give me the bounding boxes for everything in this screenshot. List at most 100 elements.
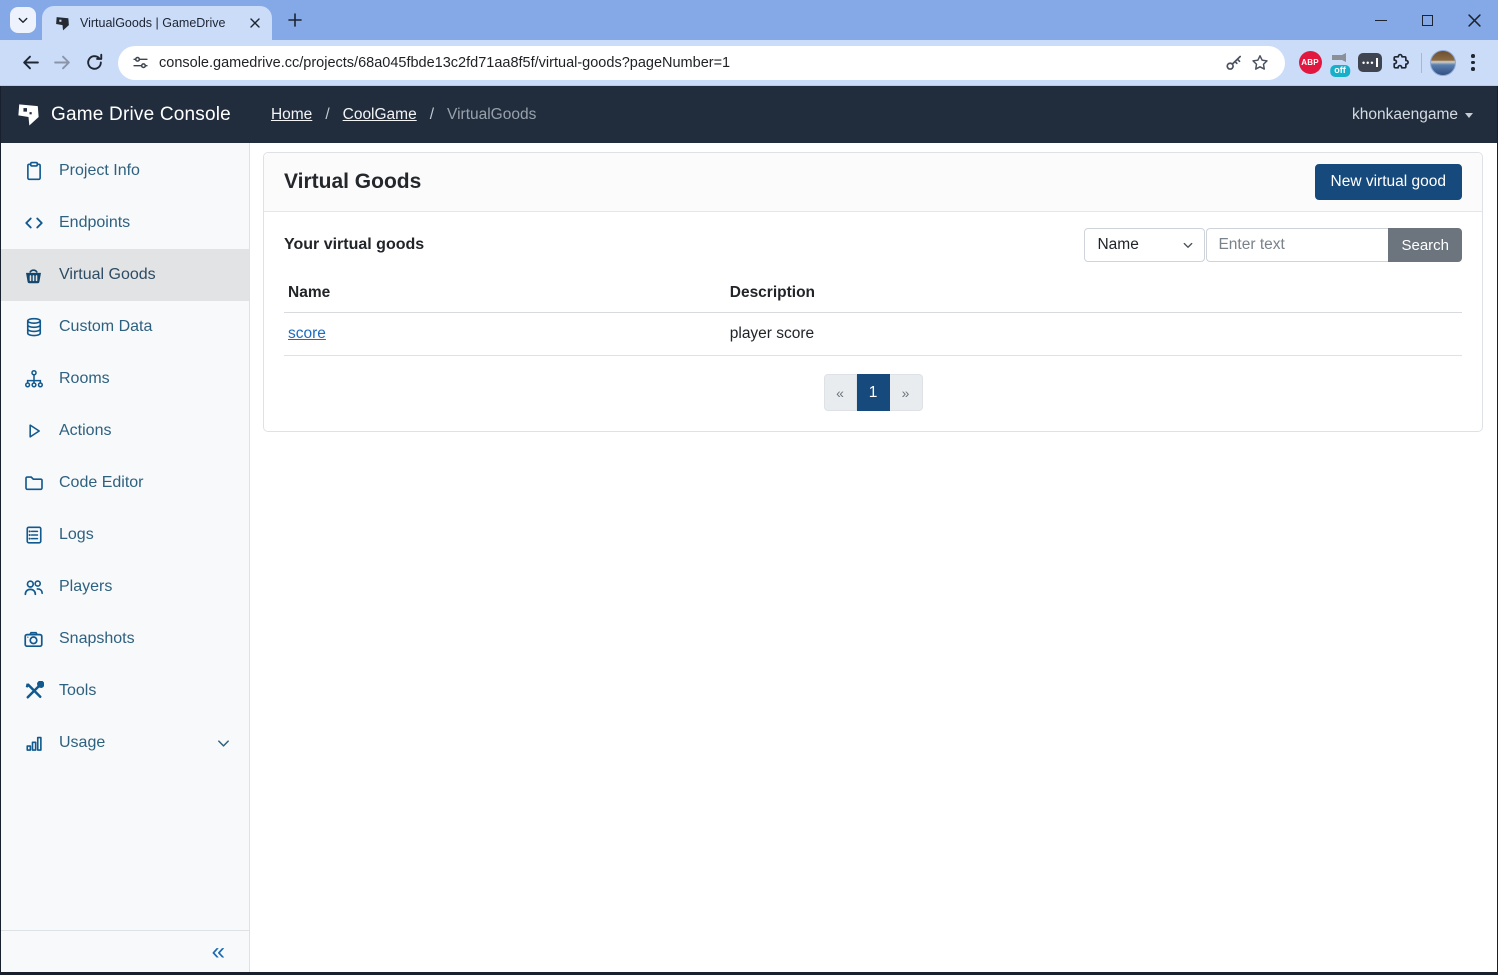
pagination-prev-button[interactable]: « [823,374,857,411]
new-tab-button[interactable] [282,7,308,33]
card-header: Virtual Goods New virtual good [264,153,1482,212]
virtual-good-name-link[interactable]: score [288,325,326,342]
sidebar-item-label: Rooms [59,370,110,387]
sidebar-item-label: Code Editor [59,474,144,491]
virtual-goods-card: Virtual Goods New virtual good Your virt… [263,152,1483,432]
minimize-icon [1374,19,1387,21]
avatar [1430,49,1456,76]
database-icon [23,317,44,338]
sidebar-item-snapshots[interactable]: Snapshots [1,613,249,665]
camera-icon [23,629,44,650]
sidebar-item-label: Snapshots [59,630,135,647]
caret-down-icon [1465,113,1473,118]
sidebar-item-virtual-goods[interactable]: Virtual Goods [1,249,249,301]
search-input[interactable] [1206,228,1389,262]
virtual-good-description: player score [725,312,1462,356]
user-name: khonkaengame [1352,105,1458,123]
browser-toolbar: console.gamedrive.cc/projects/68a045fbde… [0,40,1498,86]
bar-chart-icon [23,733,44,754]
sidebar-item-label: Tools [59,682,97,699]
clipboard-icon [23,161,44,182]
maximize-icon [1422,14,1433,26]
app-navbar: Game Drive Console Home / CoolGame / Vir… [0,86,1498,143]
collapse-sidebar-button[interactable]: « [212,939,225,964]
sidebar-item-actions[interactable]: Actions [1,405,249,457]
url-text[interactable]: console.gamedrive.cc/projects/68a045fbde… [159,55,1221,71]
code-icon [23,213,44,234]
brand[interactable]: Game Drive Console [15,101,231,128]
profile-avatar[interactable] [1428,47,1458,79]
sidebar-footer: « [1,930,249,972]
sidebar-item-logs[interactable]: Logs [1,509,249,561]
reload-button[interactable] [78,47,110,79]
extensions-puzzle-icon[interactable] [1385,47,1415,79]
play-icon [23,421,44,442]
pagination-next-button[interactable]: » [889,374,923,411]
page-title: Virtual Goods [284,170,422,193]
pagination-page-1-button[interactable]: 1 [856,374,890,411]
password-manager-extension-icon[interactable]: ••• [1355,47,1385,79]
sidebar-item-players[interactable]: Players [1,561,249,613]
off-badge: off [1330,64,1350,77]
card-body: Your virtual goods Name Search [264,212,1482,431]
search-field-value: Name [1097,236,1139,253]
abp-badge: ABP [1298,51,1322,74]
site-info-icon[interactable] [132,54,149,71]
browser-tab[interactable]: VirtualGoods | GameDrive [42,6,272,40]
pagination: « 1 » [284,374,1462,411]
adblock-extension-icon[interactable]: ABP [1295,47,1325,79]
tab-close-icon[interactable] [246,14,264,32]
toolbar-divider [1421,52,1422,73]
sidebar-item-tools[interactable]: Tools [1,665,249,717]
sidebar-item-rooms[interactable]: Rooms [1,353,249,405]
window-minimize-button[interactable] [1357,0,1404,40]
breadcrumb-separator: / [325,105,330,123]
back-button[interactable] [14,47,46,79]
search-field-select[interactable]: Name [1084,228,1206,262]
breadcrumb-project[interactable]: CoolGame [343,106,417,124]
search-button[interactable]: Search [1388,228,1462,262]
bookmark-star-icon[interactable] [1247,50,1273,76]
column-header-description: Description [725,274,1462,313]
sidebar-item-label: Actions [59,422,112,439]
virtual-goods-table: Name Description score player score [284,274,1462,356]
tab-search-button[interactable] [10,7,36,33]
sidebar-item-label: Logs [59,526,94,543]
window-maximize-button[interactable] [1404,0,1451,40]
sidebar-item-project-info[interactable]: Project Info [1,145,249,197]
sidebar-item-code-editor[interactable]: Code Editor [1,457,249,509]
browser-titlebar: VirtualGoods | GameDrive [0,0,1498,40]
gamedrive-logo-icon [18,104,39,126]
window-close-button[interactable] [1451,0,1498,40]
table-header-row: Name Description [284,274,1462,313]
journal-icon [23,525,44,546]
camera-blocker-extension-icon[interactable]: off [1325,47,1355,79]
dots-card-icon: ••• [1358,53,1382,72]
people-icon [23,577,44,598]
sidebar-item-custom-data[interactable]: Custom Data [1,301,249,353]
list-heading: Your virtual goods [284,236,425,253]
address-bar[interactable]: console.gamedrive.cc/projects/68a045fbde… [118,45,1285,80]
sidebar-item-label: Usage [59,734,106,751]
sidebar: Project Info Endpoints Virtual Goods Cus… [1,143,250,972]
chevron-down-icon [216,736,231,751]
brand-title: Game Drive Console [51,103,231,125]
chevron-down-icon [17,14,29,26]
sidebar-item-label: Endpoints [59,214,131,231]
window-controls [1357,0,1498,40]
password-key-icon[interactable] [1221,50,1247,76]
breadcrumb-current: VirtualGoods [447,105,537,123]
sidebar-item-label: Project Info [59,162,140,179]
sidebar-item-usage[interactable]: Usage [1,717,249,769]
browser-menu-button[interactable] [1458,47,1488,79]
breadcrumb-home[interactable]: Home [271,106,312,124]
forward-button[interactable] [46,47,78,79]
user-menu[interactable]: khonkaengame [1352,106,1473,124]
table-row: score player score [284,312,1462,356]
sidebar-item-endpoints[interactable]: Endpoints [1,197,249,249]
new-virtual-good-button[interactable]: New virtual good [1314,164,1462,200]
sidebar-item-label: Virtual Goods [59,266,156,283]
folder-icon [23,473,44,494]
tools-icon [23,681,44,702]
kebab-menu-icon [1471,54,1475,71]
